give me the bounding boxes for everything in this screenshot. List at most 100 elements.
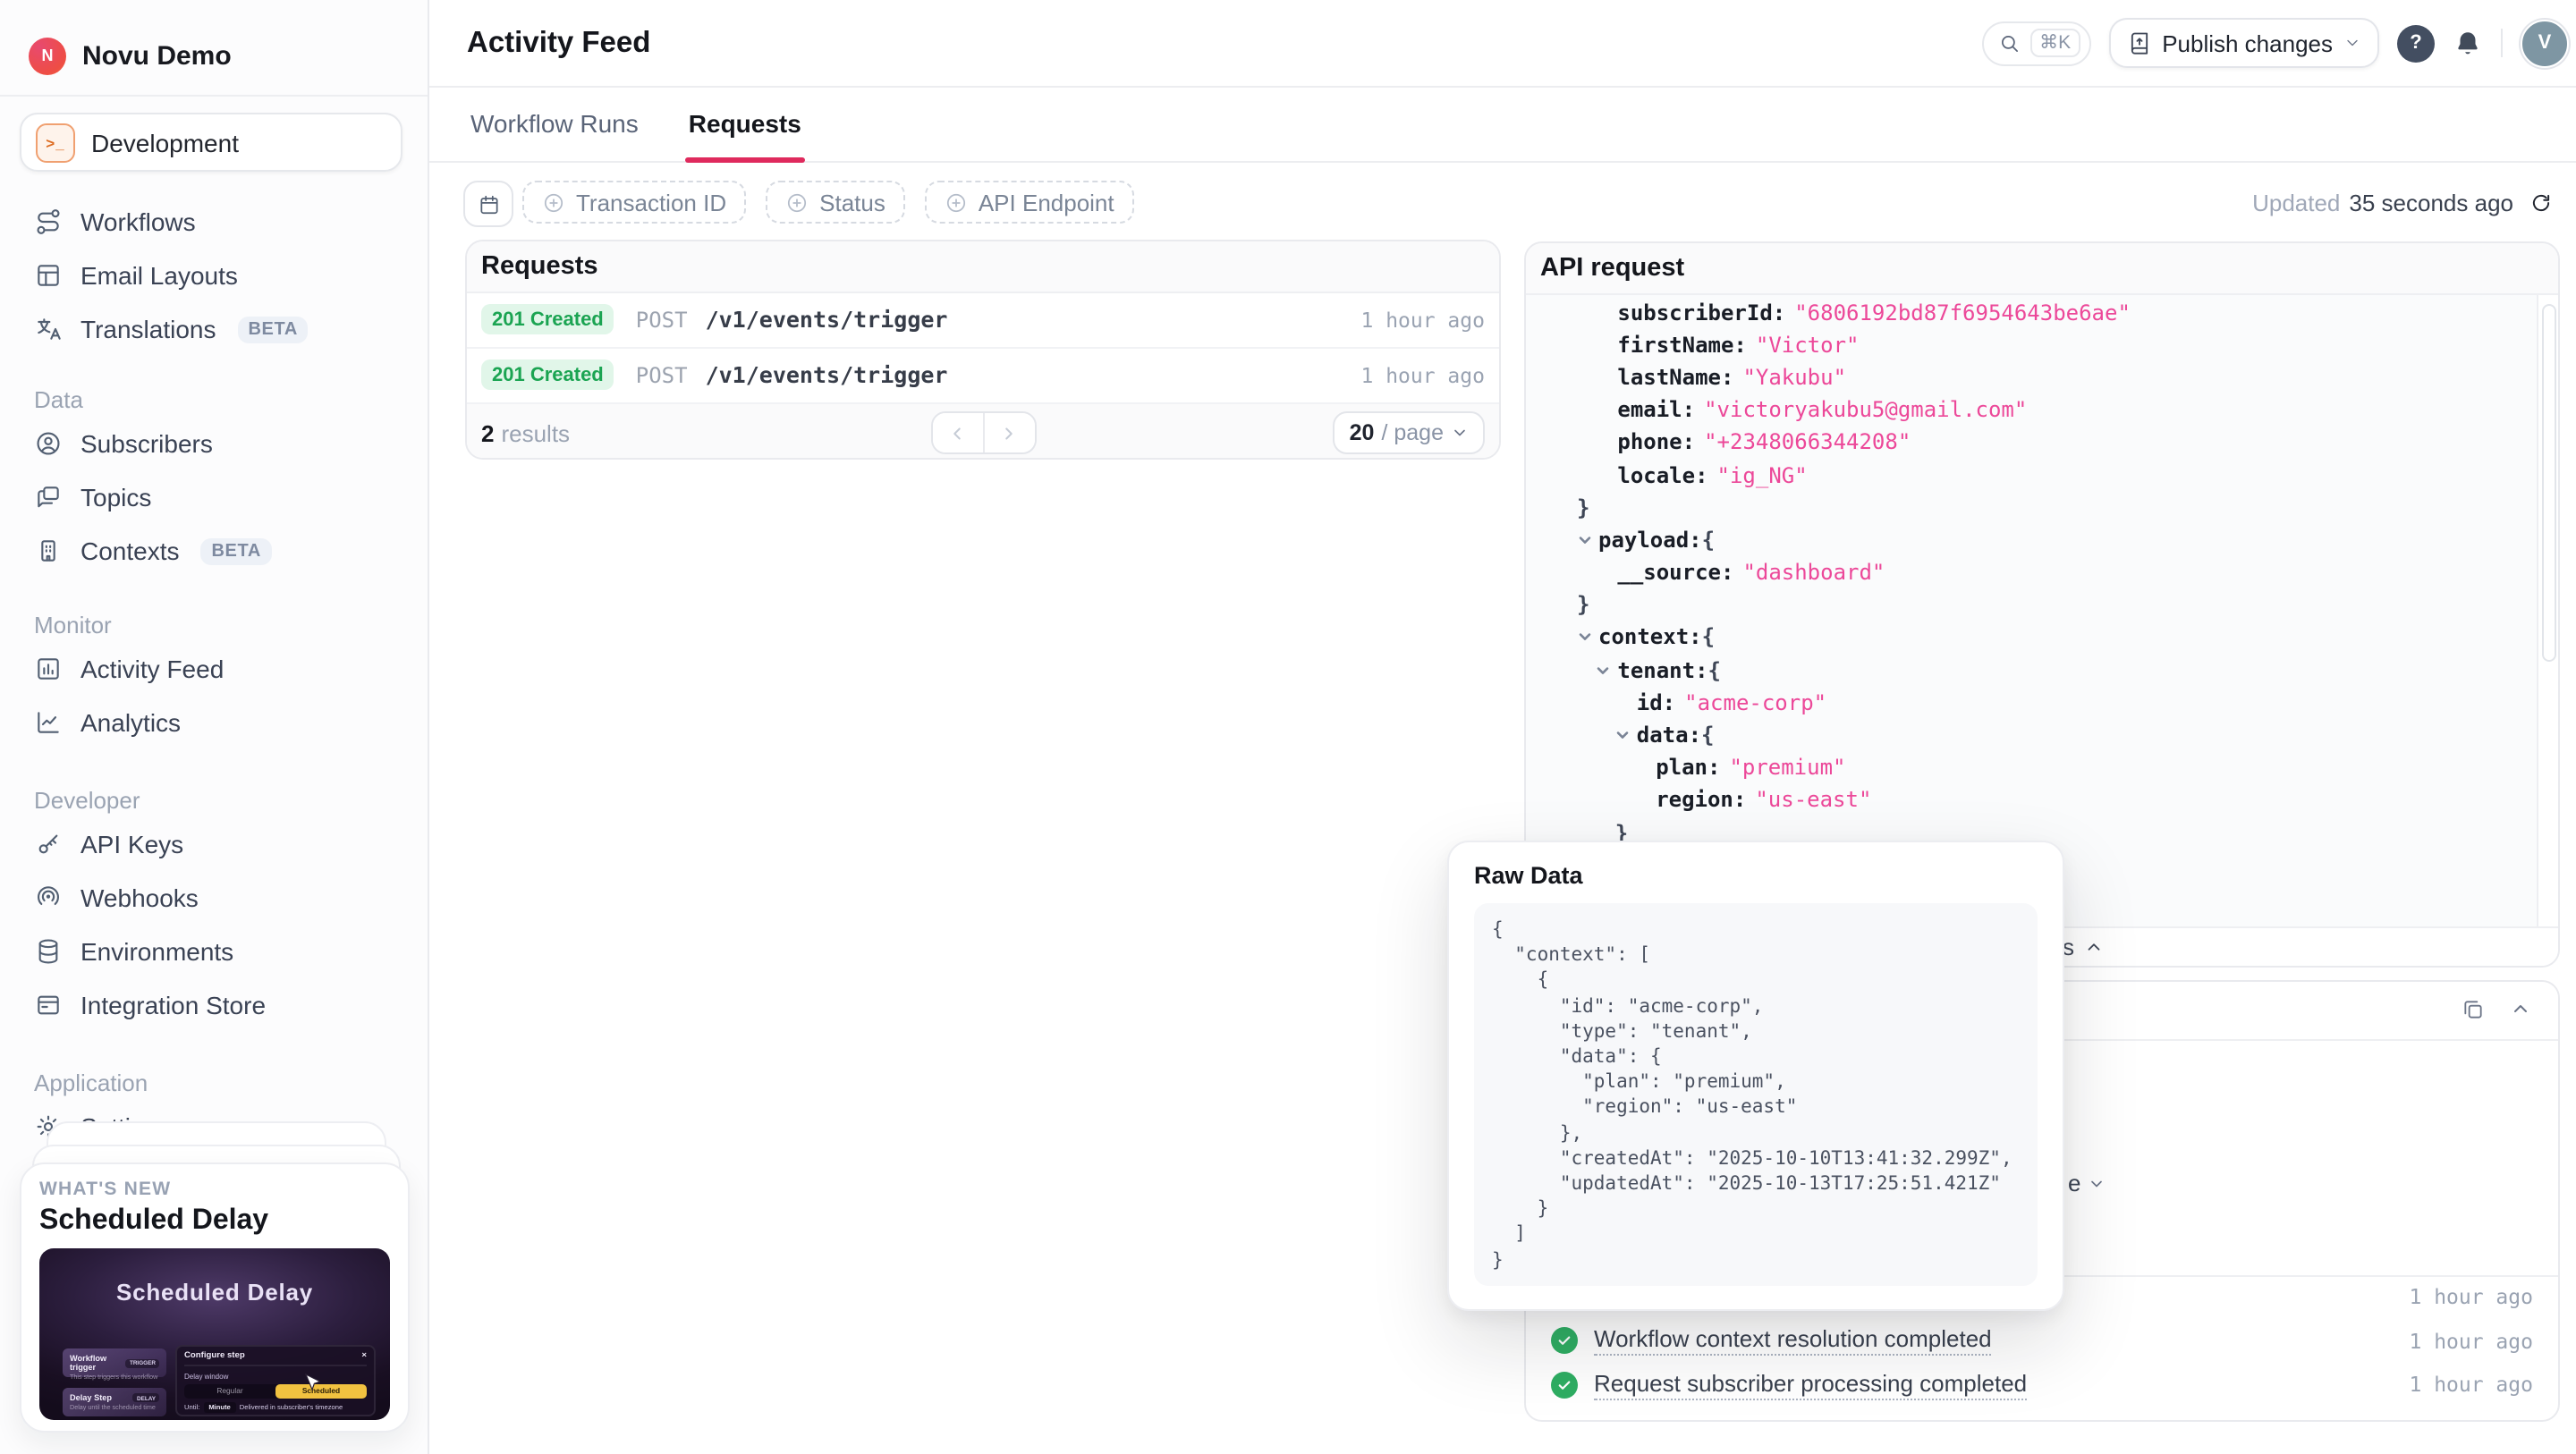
sidebar-item-label: Environments <box>80 937 233 966</box>
json-collapse-chevron[interactable] <box>1615 728 1630 742</box>
publish-icon <box>2126 30 2151 55</box>
whats-new-promo-image[interactable]: Scheduled Delay Workflow triggerTRIGGER … <box>39 1248 390 1420</box>
publish-changes-button[interactable]: Publish changes <box>2108 18 2379 68</box>
search-shortcut: ⌘K <box>2030 29 2080 57</box>
notifications-bell-icon[interactable] <box>2453 28 2483 58</box>
section-title-data: Data <box>0 381 428 417</box>
sidebar-item-workflows[interactable]: Workflows <box>0 195 428 249</box>
beta-badge: BETA <box>201 537 272 564</box>
pagination <box>930 411 1036 454</box>
updated-label: Updated <box>2252 189 2340 216</box>
sidebar-item-webhooks[interactable]: Webhooks <box>0 871 428 925</box>
subscribers-icon <box>34 429 63 458</box>
sidebar-item-contexts[interactable]: Contexts BETA <box>0 524 428 578</box>
sidebar-item-topics[interactable]: Topics <box>0 470 428 524</box>
chevron-down-icon <box>1451 424 1469 442</box>
log-time: 1 hour ago <box>2410 1373 2534 1398</box>
requests-panel-title: Requests <box>467 241 1499 292</box>
sidebar-item-integration-store[interactable]: Integration Store <box>0 978 428 1032</box>
log-link[interactable]: Workflow context resolution completed <box>1594 1325 1992 1356</box>
chevron-up-icon <box>2083 937 2103 957</box>
check-circle-icon <box>1551 1372 1578 1399</box>
org-switcher[interactable]: N Novu Demo <box>0 0 428 97</box>
json-collapse-chevron[interactable] <box>1596 663 1610 677</box>
webhook-icon <box>34 883 63 912</box>
sidebar-item-label: Topics <box>80 483 151 511</box>
tab-workflow-runs[interactable]: Workflow Runs <box>470 86 639 161</box>
sidebar-item-email-layouts[interactable]: Email Layouts <box>0 249 428 302</box>
novu-dashboard: N Novu Demo >_ Development Workflows Ema… <box>0 0 2576 1454</box>
date-range-button[interactable] <box>463 181 513 227</box>
response-dropdown-fragment[interactable]: e <box>2068 1170 2106 1196</box>
sidebar-item-label: Integration Store <box>80 991 266 1019</box>
json-line: payload:{ <box>1526 524 2537 556</box>
promo-card-badge: TRIGGER <box>126 1358 159 1367</box>
refresh-icon[interactable] <box>2529 190 2553 214</box>
prev-page-button[interactable] <box>932 413 982 452</box>
json-line: phone:"+2348066344208" <box>1526 427 2537 459</box>
promo-until-label: Until: <box>184 1404 199 1411</box>
log-link[interactable]: Request subscriber processing completed <box>1594 1370 2027 1400</box>
filter-chip-api-endpoint[interactable]: API Endpoint <box>925 181 1134 224</box>
search-button[interactable]: ⌘K <box>1982 21 2090 65</box>
sidebar-item-translations[interactable]: Translations BETA <box>0 302 428 356</box>
collapse-section-toggle[interactable]: s <box>2063 927 2103 966</box>
json-collapse-chevron[interactable] <box>1577 533 1591 547</box>
environment-selector[interactable]: >_ Development <box>20 113 402 172</box>
sidebar-item-activity-feed[interactable]: Activity Feed <box>0 642 428 696</box>
api-request-panel-title: API request <box>1526 243 2558 294</box>
filter-chips: Transaction ID Status API Endpoint <box>522 181 1134 224</box>
log-row: Workflow context resolution completed 1 … <box>1526 1319 2558 1364</box>
api-request-json-viewer: subscriberId:"6806192bd87f6954643be6ae" … <box>1526 294 2558 927</box>
filter-chip-transaction-id[interactable]: Transaction ID <box>522 181 746 224</box>
tab-requests[interactable]: Requests <box>689 86 801 161</box>
publish-changes-label: Publish changes <box>2162 30 2333 56</box>
promo-config-title: Configure step <box>184 1352 245 1361</box>
sidebar-item-environments[interactable]: Environments <box>0 925 428 978</box>
terminal-glyph: >_ <box>46 133 64 151</box>
copy-icon[interactable] <box>2462 998 2485 1021</box>
request-row[interactable]: 201 Created POST /v1/events/trigger 1 ho… <box>467 348 1499 403</box>
filter-bar: Transaction ID Status API Endpoint Updat… <box>429 161 2576 243</box>
log-time: 1 hour ago <box>2410 1328 2534 1353</box>
section-title-application: Application <box>0 1064 428 1100</box>
analytics-icon <box>34 708 63 737</box>
request-row[interactable]: 201 Created POST /v1/events/trigger 1 ho… <box>467 292 1499 348</box>
sidebar-item-api-keys[interactable]: API Keys <box>0 817 428 871</box>
status-badge: 201 Created <box>481 359 614 390</box>
updated-value: 35 seconds ago <box>2349 189 2513 216</box>
json-collapse-chevron[interactable] <box>1577 630 1591 645</box>
promo-segment-scheduled: Scheduled <box>275 1383 367 1398</box>
avatar[interactable]: V <box>2521 19 2569 67</box>
filter-chip-status[interactable]: Status <box>766 181 905 224</box>
whats-new-card[interactable]: WHAT'S NEW Scheduled Delay Scheduled Del… <box>20 1162 410 1433</box>
json-line: } <box>1526 491 2537 523</box>
help-button[interactable]: ? <box>2397 24 2435 62</box>
sidebar-item-label: Webhooks <box>80 883 199 912</box>
promo-config-section: Delay window <box>184 1371 367 1380</box>
chevron-down-icon <box>2088 1174 2106 1192</box>
promo-configure-step-panel: Configure step× Delay window Regular Sch… <box>175 1345 376 1416</box>
request-time: 1 hour ago <box>1361 362 1486 387</box>
sidebar-item-subscribers[interactable]: Subscribers <box>0 417 428 470</box>
status-badge: 201 Created <box>481 304 614 334</box>
promo-card-badge: DELAY <box>133 1393 159 1402</box>
scrollbar-thumb[interactable] <box>2542 303 2556 661</box>
languages-icon <box>34 315 63 343</box>
page-size-label: / page <box>1381 420 1444 445</box>
section-title-monitor: Monitor <box>0 606 428 642</box>
org-name: Novu Demo <box>82 40 232 71</box>
json-line: tenant:{ <box>1526 654 2537 686</box>
beta-badge: BETA <box>238 316 309 342</box>
json-line: } <box>1526 588 2537 621</box>
page-title: Activity Feed <box>467 27 650 61</box>
sidebar-item-analytics[interactable]: Analytics <box>0 696 428 749</box>
promo-card-title: Delay Step <box>70 1393 112 1402</box>
next-page-button[interactable] <box>982 413 1034 452</box>
divider <box>2501 29 2503 57</box>
http-method: POST <box>636 362 688 387</box>
plus-circle-icon <box>542 190 565 214</box>
tabs: Workflow Runs Requests <box>429 86 2576 163</box>
page-size-select[interactable]: 20 / page <box>1334 411 1485 454</box>
chevron-up-icon[interactable] <box>2510 998 2531 1019</box>
